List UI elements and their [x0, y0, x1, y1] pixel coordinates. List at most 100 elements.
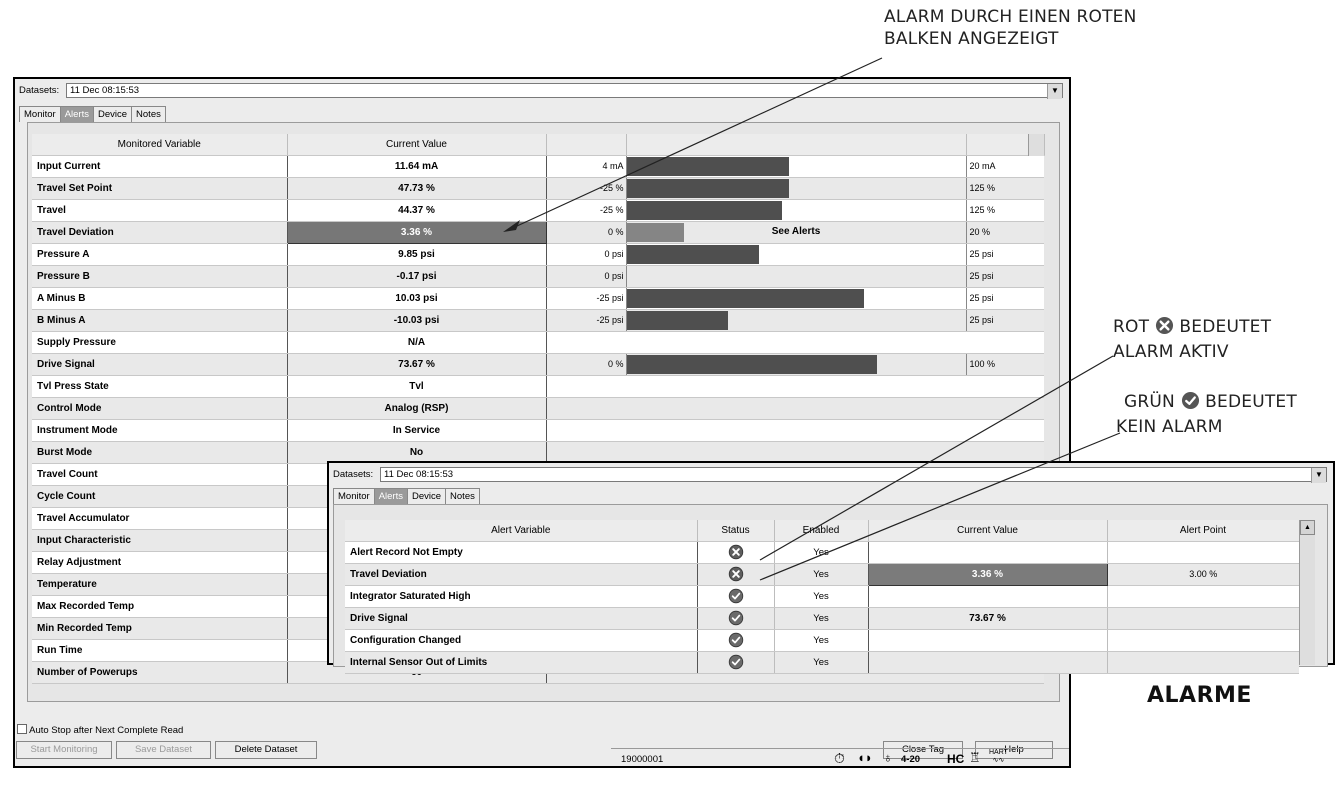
- alerts-tab-monitor[interactable]: Monitor: [333, 488, 375, 504]
- monitored-variable: Relay Adjustment: [32, 551, 288, 574]
- range-high: 125 %: [966, 199, 1044, 222]
- value-bar: [626, 441, 966, 464]
- callout-green-alarm: GRÜN BEDEUTET KEIN ALARM: [1116, 391, 1297, 438]
- auto-stop[interactable]: Auto Stop after Next Complete Read: [17, 724, 183, 736]
- value-bar: [625, 265, 967, 288]
- alerts-tab-device[interactable]: Device: [406, 488, 447, 504]
- green-check-icon: [728, 588, 744, 604]
- alert-point: [1107, 629, 1299, 652]
- alerts-scrollbar[interactable]: ▲: [1299, 520, 1315, 665]
- tab-device[interactable]: Device: [92, 106, 133, 122]
- callout-red-alarm: ROT BEDEUTET ALARM AKTIV: [1113, 316, 1271, 363]
- callout-green-label: GRÜN: [1124, 392, 1175, 412]
- alert-variable: Configuration Changed: [345, 629, 698, 652]
- current-value: 47.73 %: [287, 177, 547, 200]
- value-bar: [625, 155, 967, 178]
- callout-red-label: ROT: [1113, 317, 1150, 337]
- table-row: Internal Sensor Out of Limits Yes: [345, 651, 1299, 674]
- alert-status: [697, 651, 775, 674]
- current-value: 3.36 %: [286, 220, 547, 244]
- table-row: Supply Pressure N/A: [32, 331, 1044, 354]
- monitored-variable: Travel Count: [32, 463, 288, 486]
- value-bar-fill: [627, 354, 878, 374]
- alert-point: [1107, 651, 1299, 674]
- monitored-variable: Pressure A: [32, 243, 288, 266]
- status-loop: 4-20: [901, 754, 921, 765]
- scroll-up-icon[interactable]: ▲: [1300, 520, 1315, 535]
- hart-icon: HART ∿∿: [989, 749, 1008, 764]
- table-row: Integrator Saturated High Yes: [345, 585, 1299, 608]
- range-low: [546, 375, 626, 398]
- range-high: 25 psi: [966, 243, 1044, 266]
- current-value: -0.17 psi: [287, 265, 547, 288]
- monitored-variable: Input Characteristic: [32, 529, 288, 552]
- monitored-variable: Supply Pressure: [32, 331, 288, 354]
- save-dataset-button[interactable]: Save Dataset: [116, 741, 211, 759]
- monitored-variable: Run Time: [32, 639, 288, 662]
- table-row: Burst Mode No: [32, 441, 1044, 464]
- datasets-value: 11 Dec 08:15:53: [70, 85, 140, 96]
- alerts-chevron-down-icon[interactable]: ▼: [1311, 468, 1326, 483]
- value-bar: [625, 177, 967, 200]
- range-low: [546, 441, 626, 464]
- alert-current-value: [868, 541, 1108, 564]
- current-value: In Service: [287, 419, 547, 442]
- table-row: B Minus A -10.03 psi -25 psi 25 psi: [32, 309, 1044, 332]
- value-bar: [626, 419, 966, 442]
- range-high: 125 %: [966, 177, 1044, 200]
- auto-stop-checkbox[interactable]: [17, 724, 27, 734]
- monitored-variable: Temperature: [32, 573, 288, 596]
- header-alert-point: Alert Point: [1107, 520, 1300, 542]
- value-bar-fill: [627, 244, 759, 264]
- alert-point: [1107, 541, 1299, 564]
- current-value: 9.85 psi: [287, 243, 547, 266]
- red-x-icon: [728, 566, 744, 582]
- table-row: Control Mode Analog (RSP): [32, 397, 1044, 420]
- callout-alarm-bar: ALARM DURCH EINEN ROTEN BALKEN ANGEZEIGT: [884, 6, 1137, 50]
- chevron-down-icon[interactable]: ▼: [1047, 84, 1062, 99]
- range-low: [546, 419, 626, 442]
- lightbulb-icon: ♁: [883, 750, 893, 765]
- alert-enabled[interactable]: Yes: [774, 607, 869, 630]
- monitored-variable: Instrument Mode: [32, 419, 288, 442]
- alerts-tab-alerts[interactable]: Alerts: [373, 488, 408, 504]
- tab-monitor[interactable]: Monitor: [19, 106, 61, 122]
- alert-enabled[interactable]: Yes: [774, 629, 869, 652]
- range-high: 20 mA: [966, 155, 1044, 178]
- table-row: Input Current 11.64 mA 4 mA 20 mA: [32, 155, 1044, 178]
- header-current-value: Current Value: [287, 134, 547, 156]
- status-hart-text: HART: [989, 749, 1008, 756]
- alert-status: [697, 563, 775, 586]
- alert-enabled[interactable]: Yes: [774, 585, 869, 608]
- alerts-datasets-label: Datasets:: [333, 469, 374, 480]
- alert-enabled[interactable]: Yes: [774, 651, 869, 674]
- range-high: 25 psi: [966, 287, 1044, 310]
- monitored-variable: Travel Set Point: [32, 177, 288, 200]
- alerts-tab-notes[interactable]: Notes: [445, 488, 480, 504]
- table-row: A Minus B 10.03 psi -25 psi 25 psi: [32, 287, 1044, 310]
- alerts-datasets-value: 11 Dec 08:15:53: [384, 469, 454, 480]
- bar-text: See Alerts: [771, 225, 821, 237]
- tab-notes[interactable]: Notes: [131, 106, 166, 122]
- range-low: 0 psi: [546, 243, 626, 266]
- datasets-select[interactable]: 11 Dec 08:15:53 ▼: [66, 83, 1063, 99]
- status-hc: HC: [947, 752, 965, 766]
- monitored-variable: Input Current: [32, 155, 288, 178]
- delete-dataset-button[interactable]: Delete Dataset: [215, 741, 317, 759]
- value-bar: [625, 287, 967, 310]
- range-high: [966, 441, 1044, 464]
- signal-icon: ◖◗: [857, 750, 873, 765]
- tab-alerts[interactable]: Alerts: [59, 106, 94, 122]
- callout-green-line2: KEIN ALARM: [1116, 417, 1223, 437]
- value-bar-fill: [627, 310, 729, 330]
- alert-enabled[interactable]: Yes: [774, 563, 869, 586]
- monitor-scrollbar[interactable]: [1028, 134, 1044, 156]
- alerts-datasets-select[interactable]: 11 Dec 08:15:53 ▼: [380, 467, 1327, 483]
- value-bar: [625, 199, 967, 222]
- value-bar: [625, 243, 967, 266]
- start-monitoring-button[interactable]: Start Monitoring: [16, 741, 112, 759]
- monitored-variable: Control Mode: [32, 397, 288, 420]
- alert-enabled[interactable]: Yes: [774, 541, 869, 564]
- range-low: -25 %: [546, 199, 626, 222]
- alert-status: [697, 629, 775, 652]
